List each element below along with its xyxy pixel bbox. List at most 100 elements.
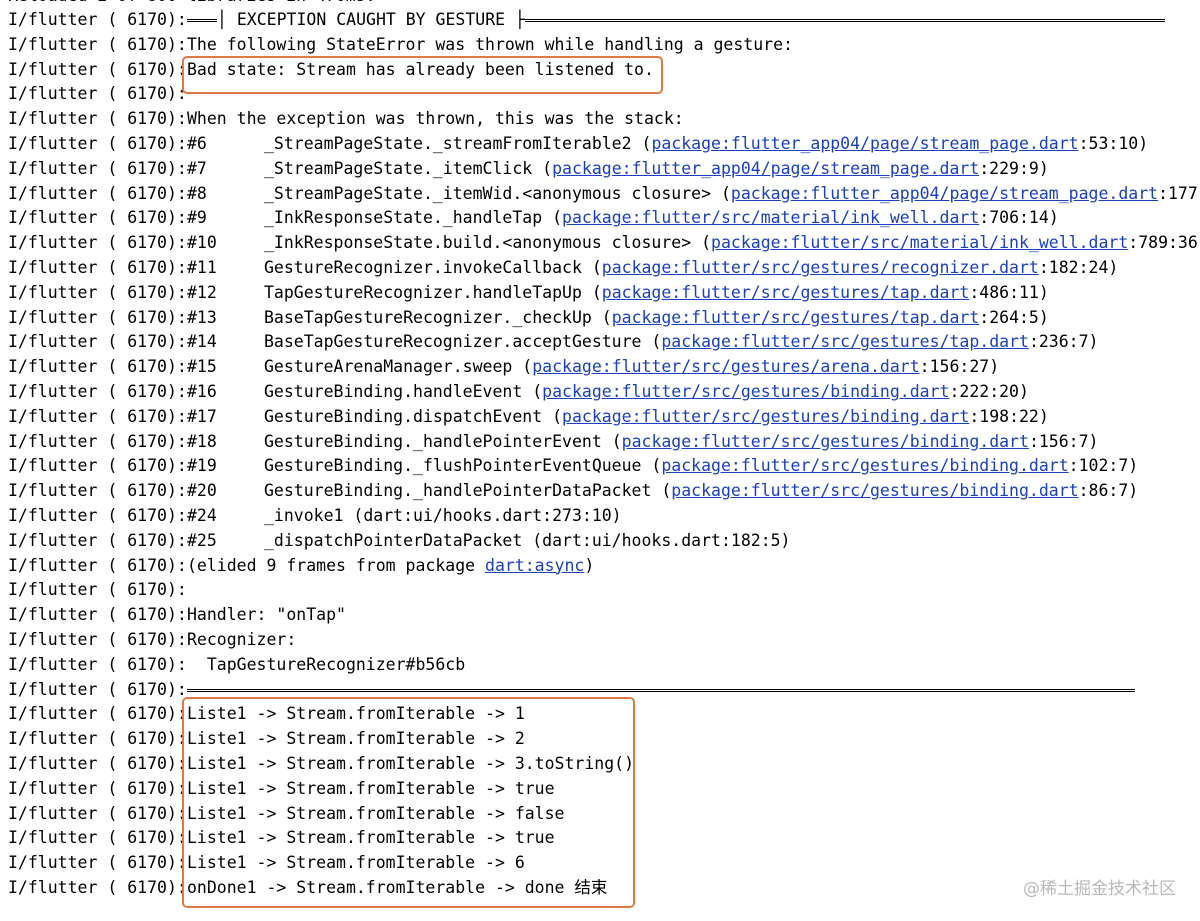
output-text: Liste1 -> Stream.fromIterable -> false (187, 803, 565, 823)
frame-method: GestureBinding.handleEvent (264, 382, 523, 401)
frame-number: #7 (187, 158, 207, 178)
frame-number: #12 (187, 282, 217, 302)
source-link[interactable]: package:flutter/src/material/ink_well.da… (711, 233, 1128, 252)
console-log: Reloaded 2 of 800 libraries in 470ms. I/f… (0, 0, 1200, 921)
source-position: :156:27 (919, 357, 990, 377)
source-position: :486:11 (969, 282, 1039, 302)
source-position: :102:7 (1068, 456, 1129, 476)
source-link[interactable]: package:flutter/src/gestures/binding.dar… (671, 481, 1078, 500)
recognizer-label: Recognizer: (187, 630, 297, 649)
log-prefix: I/flutter ( 6170): (8, 382, 187, 401)
output-line: I/flutter ( 6170):Liste1 -> Stream.fromI… (8, 777, 555, 802)
stack-frame-row: I/flutter ( 6170):#10 _InkResponseState.b… (8, 231, 1200, 256)
source-link[interactable]: package:flutter/src/gestures/arena.dart (532, 357, 919, 376)
frame-method: GestureBinding._handlePointerEvent (264, 431, 602, 451)
log-prefix: I/flutter ( 6170): (8, 654, 187, 674)
log-prefix: I/flutter ( 6170): (8, 357, 187, 377)
frame-number: #16 (187, 382, 217, 401)
frame-number: #20 (187, 481, 217, 501)
source-link[interactable]: package:flutter/src/gestures/binding.dar… (562, 407, 969, 426)
log-prefix: I/flutter ( 6170): (8, 109, 187, 129)
stack-frame-row: I/flutter ( 6170):#14 BaseTapGestureRecog… (8, 330, 1098, 355)
source-position: :177:26 (1158, 183, 1200, 203)
frame-number: #19 (187, 456, 217, 476)
handler-text: Handler: "onTap" (187, 605, 346, 625)
stack-frame-row: I/flutter ( 6170):#20 GestureBinding._han… (8, 479, 1138, 504)
frame-method: BaseTapGestureRecognizer.acceptGesture (264, 332, 642, 352)
recognizer-value: TapGestureRecognizer#b56cb (187, 654, 466, 674)
source-link[interactable]: package:flutter_app04/page/stream_page.d… (651, 134, 1078, 153)
frame-method: _StreamPageState._itemClick (264, 158, 533, 178)
stack-frame-row: I/flutter ( 6170):#13 BaseTapGestureRecog… (8, 306, 1049, 331)
log-prefix: I/flutter ( 6170): (8, 729, 187, 749)
output-line: I/flutter ( 6170):onDone1 -> Stream.from… (8, 876, 607, 901)
blank-line: I/flutter ( 6170): (8, 82, 187, 107)
log-prefix: I/flutter ( 6170): (8, 704, 187, 724)
blank-line: I/flutter ( 6170): (8, 578, 187, 603)
frame-method: _StreamPageState._itemWid.<anonymous clo… (264, 183, 712, 203)
output-text: Liste1 -> Stream.fromIterable -> 6 (187, 853, 525, 873)
output-text: Liste1 -> Stream.fromIterable -> true (187, 828, 555, 848)
exception-header-line: I/flutter ( 6170): │ EXCEPTION CAUGHT BY … (8, 8, 1165, 33)
source-link[interactable]: package:flutter_app04/page/stream_page.d… (731, 184, 1158, 203)
log-prefix: I/flutter ( 6170): (8, 307, 187, 327)
source-position: :706:14 (979, 208, 1049, 228)
output-line: I/flutter ( 6170):Liste1 -> Stream.fromI… (8, 826, 555, 851)
output-line: I/flutter ( 6170):Liste1 -> Stream.fromI… (8, 727, 525, 752)
intro-line: I/flutter ( 6170):The following StateErr… (8, 33, 793, 58)
dart-async-link[interactable]: dart:async (485, 556, 584, 575)
stack-frame-row: I/flutter ( 6170):#16 GestureBinding.hand… (8, 380, 1029, 405)
frame-method: _InkResponseState.build.<anonymous closu… (264, 233, 692, 253)
frame-number: #15 (187, 357, 217, 377)
stack-frame-row: I/flutter ( 6170):#9 _InkResponseState._h… (8, 206, 1059, 231)
elided-text: (elided 9 frames from package (187, 555, 486, 575)
source-link[interactable]: package:flutter/src/gestures/tap.dart (661, 332, 1029, 351)
frame-method: TapGestureRecognizer.handleTapUp (264, 282, 582, 302)
output-line: I/flutter ( 6170):Liste1 -> Stream.fromI… (8, 802, 565, 827)
source-link[interactable]: package:flutter/src/gestures/tap.dart (612, 308, 980, 327)
closing-rule (187, 688, 1135, 692)
output-line: I/flutter ( 6170):Liste1 -> Stream.fromI… (8, 851, 525, 876)
frame-number: #25 (187, 530, 217, 550)
elided-line: I/flutter ( 6170):(elided 9 frames from … (8, 554, 594, 579)
error-line: I/flutter ( 6170):Bad state: Stream has … (8, 58, 654, 83)
source-link[interactable]: package:flutter/src/gestures/recognizer.… (602, 258, 1039, 277)
partial-header-line: Reloaded 2 of 800 libraries in 470ms. (8, 0, 376, 5)
source-link[interactable]: package:flutter/src/gestures/binding.dar… (542, 382, 949, 401)
log-prefix: I/flutter ( 6170): (8, 530, 187, 550)
log-prefix: I/flutter ( 6170): (8, 679, 187, 699)
error-message: Bad state: Stream has already been liste… (187, 59, 654, 79)
closing-rule-line: I/flutter ( 6170): (8, 678, 1135, 703)
source-position: :264:5 (979, 307, 1039, 327)
frame-method: _dispatchPointerDataPacket (dart:ui/hook… (264, 530, 791, 550)
log-prefix: I/flutter ( 6170): (8, 878, 187, 897)
log-prefix: I/flutter ( 6170): (8, 134, 187, 153)
intro-text: The following StateError was thrown whil… (187, 34, 793, 54)
rule-left (187, 19, 217, 22)
watermark: @稀土掘金技术社区 (1023, 879, 1176, 899)
source-position: :182:24 (1038, 258, 1109, 277)
source-link[interactable]: package:flutter/src/material/ink_well.da… (562, 208, 979, 227)
log-prefix: I/flutter ( 6170): (8, 456, 187, 476)
rule-right (524, 19, 1165, 22)
source-link[interactable]: package:flutter_app04/page/stream_page.d… (552, 159, 979, 178)
stack-frame-row: I/flutter ( 6170):#8 _StreamPageState._it… (8, 182, 1200, 207)
source-link[interactable]: package:flutter/src/gestures/tap.dart (602, 283, 970, 302)
stack-frame-row: I/flutter ( 6170):#12 TapGestureRecognize… (8, 281, 1049, 306)
source-link[interactable]: package:flutter/src/gestures/binding.dar… (661, 456, 1068, 475)
stack-frame-row: I/flutter ( 6170):#6 _StreamPageState._st… (8, 132, 1148, 157)
frame-method: GestureBinding._handlePointerDataPacket (264, 481, 652, 501)
log-prefix: I/flutter ( 6170): (8, 803, 187, 823)
frame-method: GestureRecognizer.invokeCallback (264, 258, 582, 277)
source-link[interactable]: package:flutter/src/gestures/binding.dar… (622, 432, 1029, 451)
frame-number: #6 (187, 134, 207, 153)
log-prefix: I/flutter ( 6170): (8, 208, 187, 228)
stack-header: When the exception was thrown, this was … (187, 109, 684, 129)
elided-suffix: ) (584, 555, 595, 575)
log-prefix: I/flutter ( 6170): (8, 828, 187, 848)
log-prefix: I/flutter ( 6170): (8, 34, 187, 54)
log-prefix: I/flutter ( 6170): (8, 555, 187, 575)
source-position: :229:9 (979, 158, 1039, 178)
log-prefix: I/flutter ( 6170): (8, 332, 187, 352)
log-prefix: I/flutter ( 6170): (8, 59, 187, 79)
